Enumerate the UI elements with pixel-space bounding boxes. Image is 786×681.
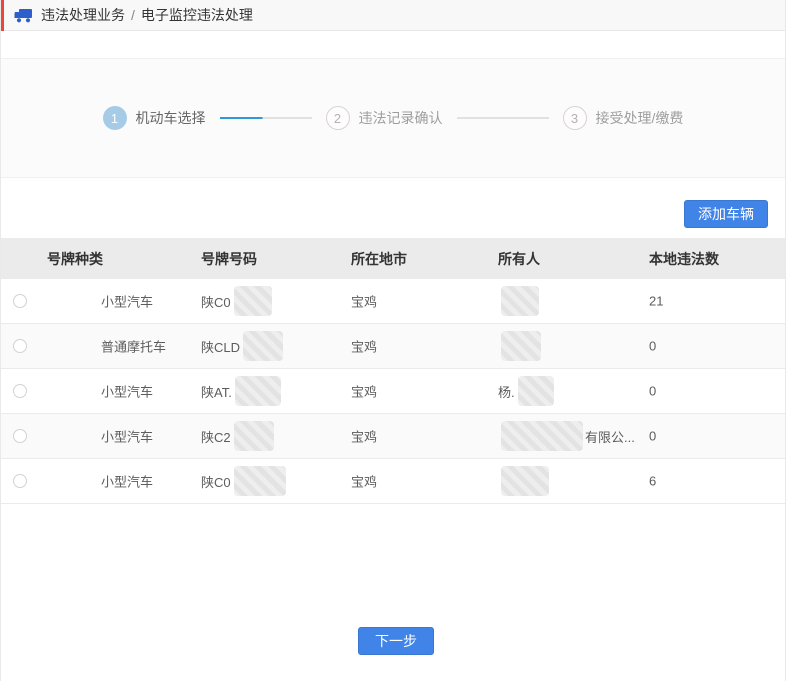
breadcrumb-bar: 违法处理业务 / 电子监控违法处理 (1, 0, 785, 31)
table-row[interactable]: 小型汽车 陕AT. 宝鸡 杨. 0 (1, 369, 785, 414)
header-violations: 本地违法数 (649, 249, 719, 269)
owner-redaction-blur (518, 376, 554, 406)
owner-redaction-blur (501, 466, 549, 496)
step-violation-confirm: 2 违法记录确认 (326, 106, 443, 130)
cell-plate-number: 陕C0 (201, 286, 272, 316)
plate-prefix: 陕C0 (201, 472, 231, 491)
owner-suffix: 有限公... (585, 427, 635, 446)
violation-processing-page: 违法处理业务 / 电子监控违法处理 1 机动车选择 2 违法记录确认 3 接受处… (0, 0, 786, 681)
step-1-label: 机动车选择 (136, 108, 206, 128)
row-select-radio[interactable] (13, 294, 27, 308)
header-plate-type: 号牌种类 (47, 249, 103, 269)
cell-violation-count: 0 (649, 384, 656, 399)
step-vehicle-select: 1 机动车选择 (103, 106, 206, 130)
cell-city: 宝鸡 (351, 427, 377, 446)
breadcrumb-current: 电子监控违法处理 (141, 5, 253, 25)
cell-owner (498, 286, 541, 316)
cell-plate-type: 普通摩托车 (101, 337, 166, 356)
header-city: 所在地市 (351, 249, 407, 269)
header-owner: 所有人 (498, 249, 540, 269)
owner-redaction-blur (501, 331, 541, 361)
cell-city: 宝鸡 (351, 382, 377, 401)
cell-violation-count: 0 (649, 429, 656, 444)
plate-prefix: 陕CLD (201, 337, 240, 356)
cell-plate-type: 小型汽车 (101, 382, 153, 401)
plate-redaction-blur (234, 466, 286, 496)
row-select-radio[interactable] (13, 429, 27, 443)
step-2-circle: 2 (326, 106, 350, 130)
stepper-panel: 1 机动车选择 2 违法记录确认 3 接受处理/缴费 (1, 58, 785, 178)
cell-plate-number: 陕C2 (201, 421, 274, 451)
next-step-button[interactable]: 下一步 (358, 627, 434, 655)
cell-plate-type: 小型汽车 (101, 472, 153, 491)
table-row[interactable]: 小型汽车 陕C2 宝鸡 有限公... 0 (1, 414, 785, 459)
step-accept-pay: 3 接受处理/缴费 (563, 106, 684, 130)
cell-plate-number: 陕CLD (201, 331, 283, 361)
row-select-radio[interactable] (13, 474, 27, 488)
truck-icon (14, 8, 33, 23)
plate-redaction-blur (243, 331, 283, 361)
header-plate-number: 号牌号码 (201, 249, 257, 269)
cell-owner (498, 466, 551, 496)
cell-violation-count: 6 (649, 474, 656, 489)
cell-owner: 杨. (498, 376, 556, 406)
cell-owner (498, 331, 543, 361)
plate-redaction-blur (234, 286, 272, 316)
plate-prefix: 陕C0 (201, 292, 231, 311)
cell-plate-type: 小型汽车 (101, 427, 153, 446)
owner-redaction-blur (501, 286, 539, 316)
add-vehicle-button[interactable]: 添加车辆 (684, 200, 768, 228)
table-row[interactable]: 小型汽车 陕C0 宝鸡 21 (1, 279, 785, 324)
cell-violation-count: 21 (649, 294, 663, 309)
plate-prefix: 陕AT. (201, 382, 232, 401)
row-select-radio[interactable] (13, 384, 27, 398)
table-row[interactable]: 普通摩托车 陕CLD 宝鸡 0 (1, 324, 785, 369)
owner-redaction-blur (501, 421, 583, 451)
table-body: 小型汽车 陕C0 宝鸡 21 普通摩托车 陕CLD 宝鸡 0 小型汽车 (1, 279, 785, 504)
row-select-radio[interactable] (13, 339, 27, 353)
table-header: 号牌种类 号牌号码 所在地市 所有人 本地违法数 (1, 238, 785, 279)
table-row[interactable]: 小型汽车 陕C0 宝鸡 6 (1, 459, 785, 504)
cell-plate-number: 陕C0 (201, 466, 286, 496)
step-connector-1 (220, 117, 312, 119)
cell-city: 宝鸡 (351, 337, 377, 356)
cell-plate-type: 小型汽车 (101, 292, 153, 311)
step-1-circle: 1 (103, 106, 127, 130)
cell-owner: 有限公... (498, 421, 635, 451)
step-3-circle: 3 (563, 106, 587, 130)
step-connector-2 (457, 117, 549, 119)
plate-redaction-blur (234, 421, 274, 451)
step-3-label: 接受处理/缴费 (596, 108, 684, 128)
step-2-label: 违法记录确认 (359, 108, 443, 128)
plate-redaction-blur (235, 376, 281, 406)
plate-prefix: 陕C2 (201, 427, 231, 446)
cell-city: 宝鸡 (351, 292, 377, 311)
red-accent-bar (1, 0, 4, 31)
cell-city: 宝鸡 (351, 472, 377, 491)
owner-prefix: 杨. (498, 382, 515, 401)
breadcrumb-section[interactable]: 违法处理业务 (41, 5, 125, 25)
cell-plate-number: 陕AT. (201, 376, 281, 406)
cell-violation-count: 0 (649, 339, 656, 354)
breadcrumb-separator: / (131, 7, 135, 23)
